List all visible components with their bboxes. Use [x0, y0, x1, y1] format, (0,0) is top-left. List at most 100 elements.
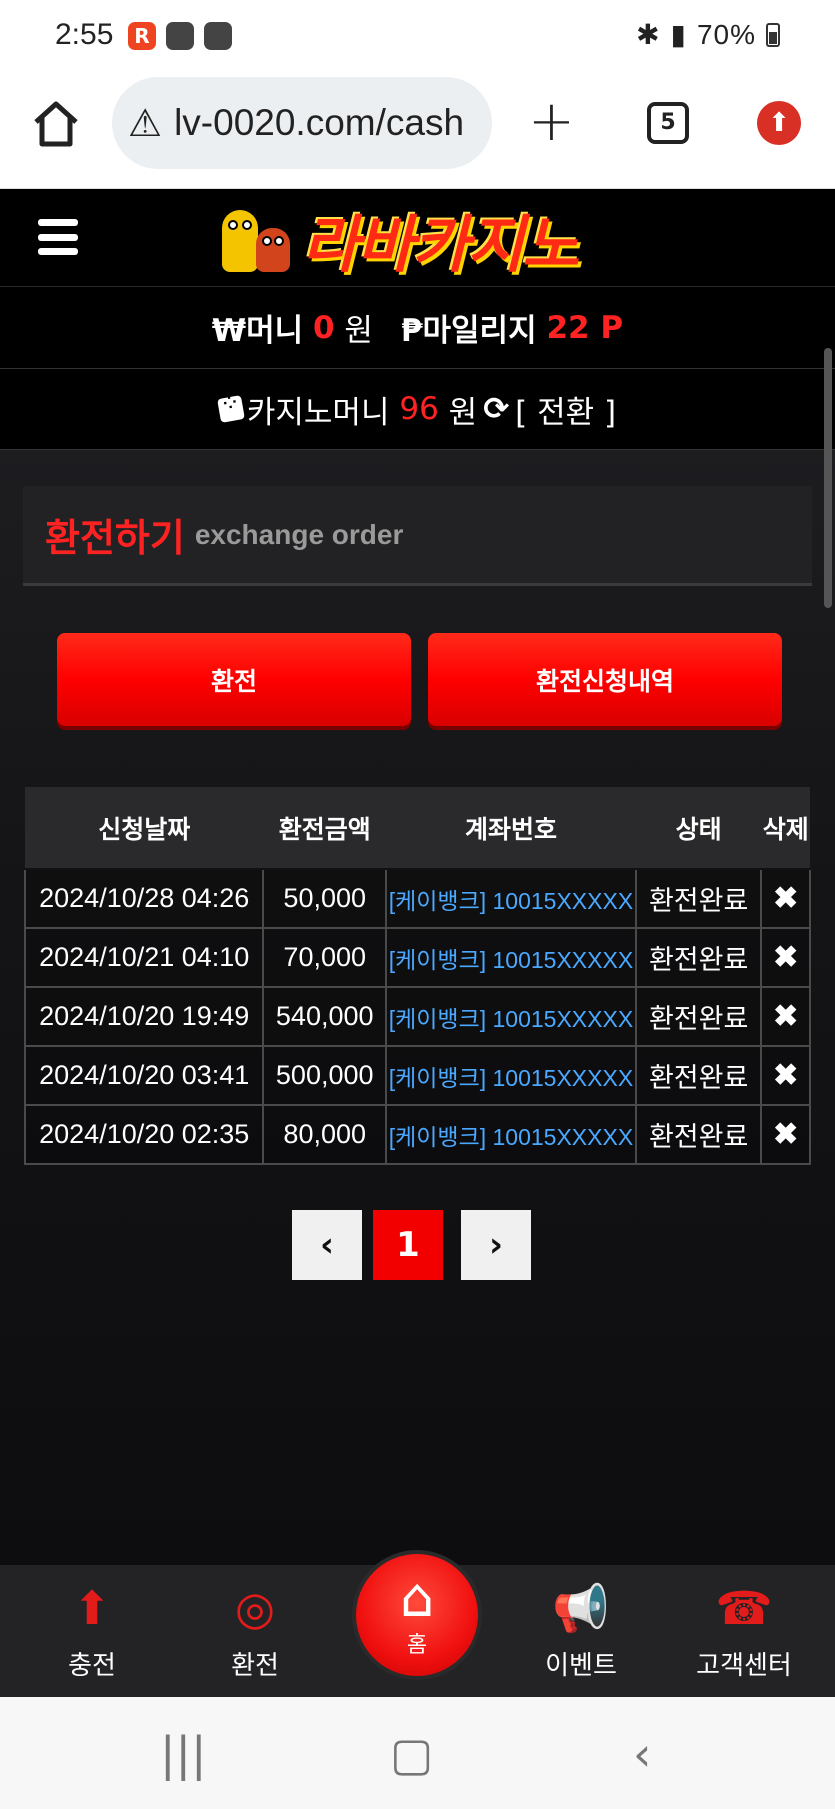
balance-row: ₩머니 0 원 ₱마일리지 22 P [0, 287, 835, 369]
cell-account: [케이뱅크] 10015XXXXX [384, 986, 637, 1047]
dice-icon [216, 395, 245, 423]
section-title-en: exchange order [194, 518, 404, 550]
delete-icon[interactable]: ✖ [760, 1104, 811, 1165]
cell-status: 환전완료 [634, 868, 763, 929]
nav-exchange[interactable]: ◎ 환전 [180, 1573, 330, 1682]
menu-icon[interactable] [38, 219, 78, 255]
nav-event[interactable]: 📢 이벤트 [506, 1573, 656, 1682]
nav-charge-label: 충전 [68, 1651, 116, 1681]
exchange-history-button[interactable]: 환전신청내역 [428, 633, 782, 726]
address-bar[interactable]: ⚠ lv-0020.com/cash [112, 77, 492, 169]
current-page-button[interactable]: 1 [373, 1210, 443, 1280]
battery-percent: 70% [696, 18, 756, 50]
col-header-status: 상태 [635, 787, 762, 870]
delete-icon[interactable]: ✖ [760, 986, 811, 1047]
cell-amount: 540,000 [262, 986, 387, 1047]
recent-apps-icon[interactable]: ||| [160, 1727, 207, 1781]
cell-status: 환전완료 [634, 986, 763, 1047]
nav-support[interactable]: ☎ 고객센터 [669, 1573, 819, 1682]
megaphone-icon: 📢 [552, 1580, 610, 1635]
exchange-history-table: 신청날짜 환전금액 계좌번호 상태 삭제 2024/10/28 04:26 50… [23, 787, 811, 1165]
browser-home-icon[interactable] [30, 98, 82, 150]
section-header: 환전하기 exchange order [23, 486, 812, 586]
cell-amount: 80,000 [262, 1104, 387, 1165]
notification-icons: R [128, 22, 232, 50]
status-bar: 2:55 R ✱ ▮ 70% [0, 0, 835, 74]
new-tab-icon[interactable]: + [528, 92, 575, 152]
site-logo[interactable]: 라바카지노 [212, 201, 579, 281]
messenger-icon [204, 22, 232, 50]
nav-support-label: 고객센터 [696, 1651, 792, 1681]
cell-account: [케이뱅크] 10015XXXXX [384, 1104, 637, 1165]
discord-icon [166, 22, 194, 50]
cell-account: [케이뱅크] 10015XXXXX [384, 868, 637, 929]
back-icon[interactable]: ‹ [633, 1727, 651, 1781]
cell-status: 환전완료 [634, 927, 763, 988]
mileage-value: 22 P [546, 309, 624, 346]
tab-switcher-button[interactable]: 5 [647, 102, 689, 144]
browser-toolbar: ⚠ lv-0020.com/cash + 5 ⬆ [0, 74, 835, 189]
money-label: ₩머니 [211, 313, 304, 349]
site-header: 라바카지노 [0, 189, 835, 287]
nav-home-button[interactable]: ⌂ 홈 [352, 1550, 482, 1680]
bluetooth-icon: ✱ [636, 19, 661, 50]
home-system-icon[interactable]: ▢ [390, 1727, 433, 1781]
cell-status: 환전완료 [634, 1104, 763, 1165]
cell-date: 2024/10/20 19:49 [23, 986, 265, 1047]
app-r-icon: R [128, 22, 156, 50]
casino-balance-row: 카지노머니 96 원 ⟳ [ 전환 ] [0, 369, 835, 450]
mileage-label: ₱마일리지 [400, 313, 537, 349]
money-value: 0 [312, 309, 335, 346]
update-arrow-icon[interactable]: ⬆ [757, 101, 801, 145]
table-row: 2024/10/28 04:26 50,000 [케이뱅크] 10015XXXX… [23, 868, 811, 929]
coins-hand-icon: ◎ [234, 1581, 276, 1635]
table-row: 2024/10/21 04:10 70,000 [케이뱅크] 10015XXXX… [23, 927, 811, 988]
col-header-amount: 환전금액 [263, 787, 386, 870]
cell-date: 2024/10/20 02:35 [23, 1104, 265, 1165]
system-nav-bar: ||| ▢ ‹ [0, 1697, 835, 1809]
cell-date: 2024/10/28 04:26 [23, 868, 265, 929]
casino-money-value: 96 [399, 391, 439, 427]
charge-box-icon: ⬆ [72, 1581, 112, 1635]
cell-amount: 500,000 [262, 1045, 387, 1106]
table-row: 2024/10/20 19:49 540,000 [케이뱅크] 10015XXX… [23, 986, 811, 1047]
col-header-delete: 삭제 [761, 787, 810, 870]
money-unit: 원 [344, 313, 373, 349]
nav-event-label: 이벤트 [545, 1651, 617, 1681]
cell-date: 2024/10/21 04:10 [23, 927, 265, 988]
col-header-account: 계좌번호 [385, 787, 636, 870]
signal-icon: ▮ [670, 19, 687, 50]
table-header-row: 신청날짜 환전금액 계좌번호 상태 삭제 [25, 787, 810, 870]
nav-home-label: 홈 [406, 1633, 428, 1658]
cell-date: 2024/10/20 03:41 [23, 1045, 265, 1106]
table-row: 2024/10/20 03:41 500,000 [케이뱅크] 10015XXX… [23, 1045, 811, 1106]
casino-money-unit: 원 [448, 394, 478, 431]
cell-amount: 70,000 [262, 927, 387, 988]
nav-charge[interactable]: ⬆ 충전 [17, 1573, 167, 1682]
warning-icon: ⚠ [128, 101, 163, 145]
status-time: 2:55 [55, 18, 114, 51]
battery-icon [766, 22, 780, 47]
col-header-date: 신청날짜 [25, 787, 264, 870]
cell-account: [케이뱅크] 10015XXXXX [384, 1045, 637, 1106]
home-icon: ⌂ [399, 1566, 435, 1629]
cell-amount: 50,000 [262, 868, 387, 929]
delete-icon[interactable]: ✖ [760, 927, 811, 988]
prev-page-button[interactable]: ‹ [292, 1210, 362, 1280]
next-page-button[interactable]: › [461, 1210, 531, 1280]
mascot-icon [212, 204, 302, 274]
delete-icon[interactable]: ✖ [760, 868, 811, 929]
exchange-button[interactable]: 환전 [57, 633, 411, 726]
logo-text: 라바카지노 [302, 208, 579, 281]
swap-link[interactable]: [ 전환 ] [515, 387, 616, 432]
url-text: lv-0020.com/cash [174, 102, 465, 143]
support-24-icon: ☎ [715, 1581, 773, 1635]
delete-icon[interactable]: ✖ [760, 1045, 811, 1106]
cell-account: [케이뱅크] 10015XXXXX [384, 927, 637, 988]
page-scrollbar[interactable] [824, 348, 832, 608]
table-row: 2024/10/20 02:35 80,000 [케이뱅크] 10015XXXX… [23, 1104, 811, 1165]
system-indicators: ✱ ▮ 70% [636, 18, 780, 51]
cell-status: 환전완료 [634, 1045, 763, 1106]
refresh-icon[interactable]: ⟳ [483, 391, 509, 427]
section-title-kr: 환전하기 [45, 516, 185, 560]
